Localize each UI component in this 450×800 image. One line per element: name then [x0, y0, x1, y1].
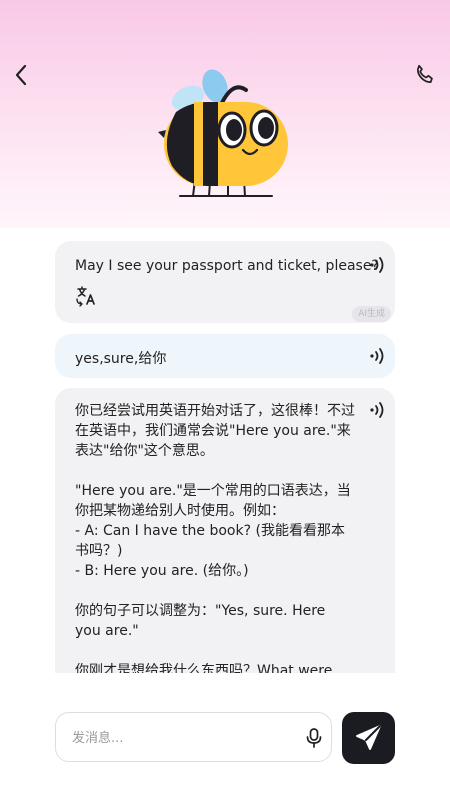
play-audio-button[interactable] — [367, 255, 387, 275]
microphone-icon — [306, 728, 322, 748]
message-bubble: May I see your passport and ticket, plea… — [55, 241, 395, 323]
phone-icon — [416, 64, 433, 84]
voice-input-button[interactable] — [304, 727, 324, 749]
speaker-icon — [370, 402, 384, 418]
message-input[interactable] — [70, 727, 294, 749]
play-audio-button[interactable] — [367, 400, 387, 420]
ai-generated-badge: AI生成 — [352, 306, 391, 322]
bee-mascot — [150, 62, 290, 204]
call-button[interactable] — [412, 62, 438, 88]
translate-button[interactable] — [75, 285, 97, 307]
send-button[interactable] — [342, 712, 395, 764]
message-text: May I see your passport and ticket, plea… — [75, 258, 379, 274]
user-message-bubble: yes,sure,给你 — [55, 334, 395, 378]
play-audio-button[interactable] — [367, 346, 387, 366]
back-button[interactable] — [10, 62, 34, 88]
chevron-left-icon — [15, 64, 27, 86]
message-input-box — [55, 712, 332, 762]
speaker-icon — [370, 348, 384, 364]
message-bubble: 你已经尝试用英语开始对话了，这很棒！不过在英语中，我们通常会说"Here you… — [55, 388, 395, 673]
message-paragraph: 你刚才是想给我什么东西吗？What were you — [75, 663, 333, 673]
message-text: yes,sure,给你 — [75, 351, 167, 367]
message-paragraph: 你已经尝试用英语开始对话了，这很棒！不过在英语中，我们通常会说"Here you… — [75, 403, 355, 459]
message-paragraph: 你的句子可以调整为："Yes, sure. Here you are." — [75, 603, 326, 639]
message-text: 你已经尝试用英语开始对话了，这很棒！不过在英语中，我们通常会说"Here you… — [75, 401, 355, 673]
translate-icon — [76, 286, 95, 307]
message-paragraph: "Here you are."是一个常用的口语表达，当你把某物递给别人时使用。例… — [75, 483, 351, 579]
header — [0, 0, 450, 228]
speaker-icon — [370, 257, 384, 273]
chat-list: May I see your passport and ticket, plea… — [55, 240, 395, 673]
send-icon — [356, 725, 381, 750]
